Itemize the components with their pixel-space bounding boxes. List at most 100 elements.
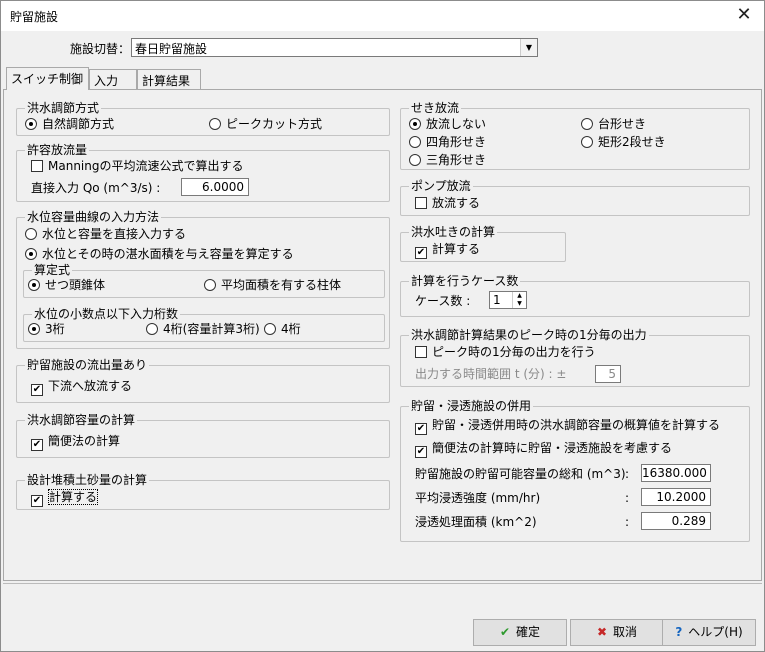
radio-two-stage-weir[interactable]: 矩形2段せき bbox=[581, 134, 666, 150]
radio-button[interactable] bbox=[25, 248, 37, 260]
radio-frustum[interactable]: せつ頭錐体 bbox=[28, 277, 105, 293]
group-legend: 洪水調節容量の計算 bbox=[25, 413, 138, 427]
radio-4digits-cap3[interactable]: 4桁(容量計算3桁) bbox=[146, 321, 260, 337]
radio-4digits[interactable]: 4桁 bbox=[264, 321, 301, 337]
case-count-label: ケース数 : bbox=[415, 294, 471, 308]
radio-label: 矩形2段せき bbox=[598, 135, 666, 149]
facility-switch-row: 施設切替： 春日貯留施設 ▼ bbox=[1, 31, 764, 67]
tab-input[interactable]: 入力 bbox=[89, 69, 137, 89]
radio-button[interactable] bbox=[28, 279, 40, 291]
checkbox[interactable] bbox=[31, 160, 43, 172]
help-button[interactable]: ? ヘルプ(H) bbox=[662, 619, 756, 646]
infiltration-rate-field[interactable]: 10.2000 bbox=[641, 488, 711, 506]
sediment-checkbox[interactable]: ✔ 計算する bbox=[31, 489, 99, 507]
checkbox-label: 放流する bbox=[432, 196, 481, 210]
group-legend: 洪水調節計算結果のピーク時の1分毎の出力 bbox=[409, 328, 649, 342]
radio-direct-capacity[interactable]: 水位と容量を直接入力する bbox=[25, 226, 186, 242]
checkbox[interactable] bbox=[415, 346, 427, 358]
case-count-value: 1 bbox=[493, 293, 501, 307]
checkbox[interactable]: ✔ bbox=[415, 446, 427, 458]
approx-capacity-checkbox[interactable]: ✔ 貯留・浸透併用時の洪水調節容量の概算値を計算する bbox=[415, 417, 720, 435]
radio-button[interactable] bbox=[409, 118, 421, 130]
x-icon: ✖ bbox=[596, 625, 608, 639]
direct-input-label: 直接入力 Qo (m^3/s) : bbox=[31, 181, 161, 195]
radio-button[interactable] bbox=[25, 228, 37, 240]
radio-no-weir[interactable]: 放流しない bbox=[409, 116, 486, 132]
treatment-area-field[interactable]: 0.289 bbox=[641, 512, 711, 530]
radio-button[interactable] bbox=[146, 323, 158, 335]
group-legend: 水位の小数点以下入力桁数 bbox=[32, 307, 181, 321]
simple-method-checkbox[interactable]: ✔ 簡便法の計算 bbox=[31, 433, 121, 451]
radio-button[interactable] bbox=[581, 118, 593, 130]
pump-checkbox[interactable]: 放流する bbox=[415, 195, 480, 211]
direct-input-field[interactable]: 6.0000 bbox=[181, 178, 249, 196]
tab-results[interactable]: 計算結果 bbox=[137, 69, 201, 89]
colon-1: : bbox=[625, 467, 630, 481]
radio-button[interactable] bbox=[28, 323, 40, 335]
checkbox-label: Manningの平均流速公式で算出する bbox=[48, 159, 244, 173]
time-range-field[interactable]: 5 bbox=[595, 365, 621, 383]
peak-output-group: 洪水調節計算結果のピーク時の1分毎の出力 ピーク時の1分毎の出力を行う 出力する… bbox=[400, 328, 750, 387]
radio-trapezoid-weir[interactable]: 台形せき bbox=[581, 116, 646, 132]
spillway-checkbox[interactable]: ✔ 計算する bbox=[415, 241, 480, 259]
radio-area-capacity[interactable]: 水位とその時の湛水面積を与え容量を算定する bbox=[25, 246, 294, 262]
radio-button[interactable] bbox=[204, 279, 216, 291]
spin-arrows-icon[interactable]: ▲ ▼ bbox=[512, 292, 526, 308]
radio-button[interactable] bbox=[264, 323, 276, 335]
radio-3digits[interactable]: 3桁 bbox=[28, 321, 65, 337]
group-legend: 設計堆積土砂量の計算 bbox=[25, 473, 150, 487]
radio-label: 3桁 bbox=[45, 322, 65, 336]
consider-facility-checkbox[interactable]: ✔ 簡便法の計算時に貯留・浸透施設を考慮する bbox=[415, 440, 672, 458]
treatment-area-label: 浸透処理面積 (km^2) bbox=[415, 515, 537, 529]
status-bar bbox=[3, 583, 762, 609]
flood-method-group: 洪水調節方式 自然調節方式 ピークカット方式 bbox=[16, 101, 390, 136]
peak-output-checkbox[interactable]: ピーク時の1分毎の出力を行う bbox=[415, 344, 596, 360]
radio-peakcut[interactable]: ピークカット方式 bbox=[209, 116, 322, 132]
group-legend: 算定式 bbox=[32, 263, 73, 277]
window-title: 貯留施設 bbox=[10, 10, 59, 24]
checkbox-label: 簡便法の計算 bbox=[48, 434, 121, 448]
checkbox[interactable]: ✔ bbox=[31, 439, 43, 451]
chevron-down-icon[interactable]: ▼ bbox=[520, 39, 537, 56]
tab-label: 計算結果 bbox=[142, 74, 191, 88]
downstream-checkbox[interactable]: ✔ 下流へ放流する bbox=[31, 378, 132, 396]
group-legend: 許容放流量 bbox=[25, 143, 90, 157]
colon-2: : bbox=[625, 491, 630, 505]
radio-button[interactable] bbox=[409, 154, 421, 166]
time-range-label: 出力する時間範囲 t (分) : ± bbox=[415, 367, 567, 381]
tab-label: 入力 bbox=[94, 74, 119, 88]
case-count-group: 計算を行うケース数 ケース数 : 1 ▲ ▼ bbox=[400, 274, 750, 317]
title-bar: 貯留施設 ✕ bbox=[1, 1, 764, 31]
checkbox[interactable]: ✔ bbox=[415, 247, 427, 259]
ok-button[interactable]: ✔ 確定 bbox=[473, 619, 567, 646]
case-count-stepper[interactable]: 1 ▲ ▼ bbox=[489, 291, 527, 309]
checkbox[interactable] bbox=[415, 197, 427, 209]
facility-switch-select[interactable]: 春日貯留施設 ▼ bbox=[131, 38, 538, 57]
manning-checkbox[interactable]: Manningの平均流速公式で算出する bbox=[31, 158, 243, 174]
close-icon[interactable]: ✕ bbox=[724, 1, 764, 31]
allowable-outflow-group: 許容放流量 Manningの平均流速公式で算出する 直接入力 Qo (m^3/s… bbox=[16, 143, 390, 202]
checkbox[interactable]: ✔ bbox=[31, 384, 43, 396]
group-legend: 計算を行うケース数 bbox=[409, 274, 521, 288]
radio-natural[interactable]: 自然調節方式 bbox=[25, 116, 114, 132]
cancel-button[interactable]: ✖ 取消 bbox=[570, 619, 664, 646]
group-legend: 水位容量曲線の入力方法 bbox=[25, 210, 162, 224]
group-legend: ポンプ放流 bbox=[409, 179, 473, 193]
facility-switch-value: 春日貯留施設 bbox=[135, 42, 208, 56]
radio-prism[interactable]: 平均面積を有する柱体 bbox=[204, 277, 341, 293]
radio-button[interactable] bbox=[409, 136, 421, 148]
tab-switch-control[interactable]: スイッチ制御 bbox=[6, 67, 89, 90]
storage-capacity-field[interactable]: 16380.000 bbox=[641, 464, 711, 482]
radio-button[interactable] bbox=[209, 118, 221, 130]
checkbox[interactable]: ✔ bbox=[415, 423, 427, 435]
checkbox[interactable]: ✔ bbox=[31, 495, 43, 507]
radio-rect-weir[interactable]: 四角形せき bbox=[409, 134, 486, 150]
radio-button[interactable] bbox=[25, 118, 37, 130]
infiltration-rate-label: 平均浸透強度 (mm/hr) bbox=[415, 491, 541, 505]
radio-triangle-weir[interactable]: 三角形せき bbox=[409, 152, 486, 168]
curve-input-group: 水位容量曲線の入力方法 水位と容量を直接入力する 水位とその時の湛水面積を与え容… bbox=[16, 210, 390, 349]
button-label: 取消 bbox=[613, 625, 638, 639]
radio-button[interactable] bbox=[581, 136, 593, 148]
check-icon: ✔ bbox=[499, 625, 511, 639]
radio-label: 放流しない bbox=[426, 117, 487, 131]
